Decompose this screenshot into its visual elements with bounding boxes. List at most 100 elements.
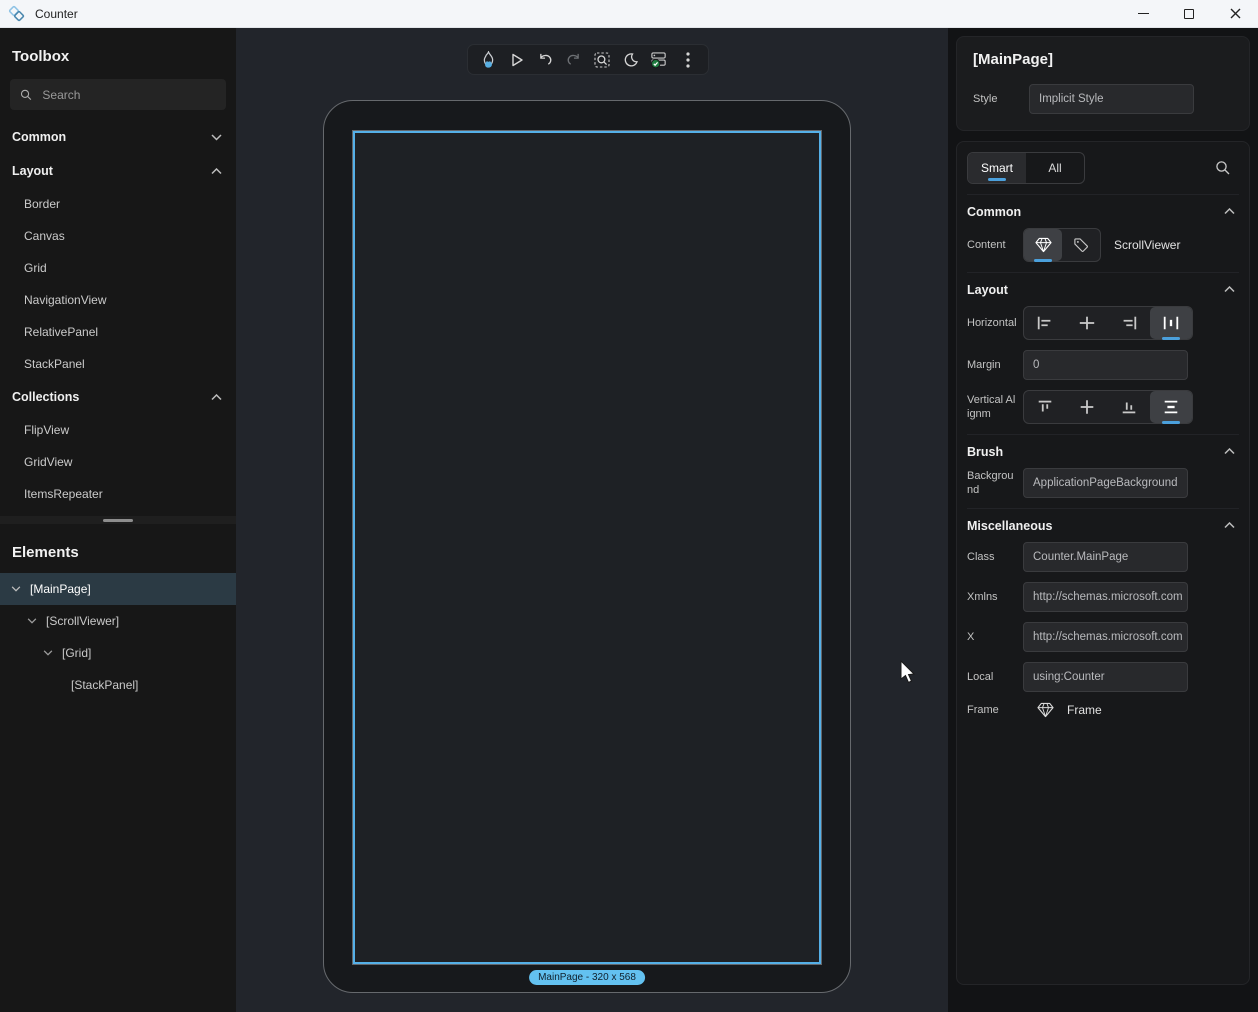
splitter-grip — [103, 519, 133, 522]
close-button[interactable] — [1212, 0, 1258, 27]
x-label: X — [967, 630, 1023, 644]
toolbox-section-common[interactable]: Common — [0, 120, 236, 154]
tree-node-grid[interactable]: [Grid] — [0, 637, 236, 669]
play-icon[interactable] — [504, 47, 530, 73]
properties-search-icon[interactable] — [1215, 160, 1231, 176]
class-input[interactable]: Counter.MainPage — [1023, 542, 1188, 572]
vertical-alignment-label: Vertical Alignm — [967, 393, 1023, 422]
redo-icon[interactable] — [561, 47, 587, 73]
tree-node-mainpage[interactable]: [MainPage] — [0, 573, 236, 605]
toolbox-item-gridview[interactable]: GridView — [0, 446, 236, 478]
connection-status-ok-icon[interactable] — [646, 47, 672, 73]
toolbox-item-grid[interactable]: Grid — [0, 252, 236, 284]
margin-input[interactable]: 0 — [1023, 350, 1188, 380]
properties-tabs: Smart All — [967, 152, 1085, 184]
undo-icon[interactable] — [532, 47, 558, 73]
app-logo-icon — [8, 5, 25, 22]
align-top-button[interactable] — [1024, 391, 1066, 423]
stretch-h-icon — [1162, 315, 1180, 331]
stretch-v-button[interactable] — [1150, 391, 1192, 423]
section-layout[interactable]: Layout — [967, 272, 1239, 306]
device-frame: MainPage - 320 x 568 — [323, 100, 851, 993]
toolbox-title: Toolbox — [0, 28, 236, 77]
xmlns-input[interactable]: http://schemas.microsoft.com — [1023, 582, 1188, 612]
toolbox-item-navigationview[interactable]: NavigationView — [0, 284, 236, 316]
chevron-down-icon — [11, 586, 21, 592]
stretch-h-button[interactable] — [1150, 307, 1192, 339]
gem-icon — [1035, 237, 1052, 253]
stretch-v-icon — [1162, 399, 1180, 415]
minimize-button[interactable] — [1120, 0, 1166, 27]
toolbox-section-collections[interactable]: Collections — [0, 380, 236, 414]
toolbox-panel: Toolbox Common Layout Border Canvas Grid… — [0, 28, 236, 1012]
panel-splitter[interactable] — [0, 516, 236, 524]
background-label: Background — [967, 469, 1023, 498]
content-binding-button[interactable] — [1062, 229, 1100, 261]
style-label: Style — [973, 92, 1029, 106]
properties-card: Smart All Common Content — [956, 141, 1250, 985]
toolbox-item-relativepanel[interactable]: RelativePanel — [0, 316, 236, 348]
toolbox-item-border[interactable]: Border — [0, 188, 236, 220]
tag-icon — [1073, 237, 1089, 253]
content-value: ScrollViewer — [1114, 238, 1180, 252]
tree-node-scrollviewer[interactable]: [ScrollViewer] — [0, 605, 236, 637]
align-bottom-button[interactable] — [1108, 391, 1150, 423]
chevron-up-icon — [211, 168, 222, 175]
toolbox-item-flipview[interactable]: FlipView — [0, 414, 236, 446]
toolbox-item-stackpanel[interactable]: StackPanel — [0, 348, 236, 380]
toolbox-search-input[interactable] — [42, 88, 216, 102]
design-canvas[interactable]: MainPage - 320 x 568 — [236, 28, 948, 1012]
chevron-up-icon — [211, 394, 222, 401]
design-page-surface[interactable] — [352, 130, 822, 965]
align-top-icon — [1036, 399, 1054, 415]
chevron-down-icon — [211, 134, 222, 141]
toolbox-search[interactable] — [10, 79, 226, 110]
section-miscellaneous[interactable]: Miscellaneous — [967, 508, 1239, 542]
margin-label: Margin — [967, 358, 1023, 372]
align-right-button[interactable] — [1108, 307, 1150, 339]
section-common[interactable]: Common — [967, 194, 1239, 228]
theme-moon-icon[interactable] — [618, 47, 644, 73]
elements-tree: [MainPage] [ScrollViewer] [Grid] [StackP… — [0, 573, 236, 1012]
toolbox-section-layout[interactable]: Layout — [0, 154, 236, 188]
chevron-down-icon — [27, 618, 37, 624]
background-input[interactable]: ApplicationPageBackground — [1023, 468, 1188, 498]
window-controls — [1120, 0, 1258, 27]
page-size-badge: MainPage - 320 x 568 — [529, 970, 645, 985]
gem-icon — [1037, 702, 1054, 718]
chevron-up-icon — [1224, 208, 1235, 215]
maximize-button[interactable] — [1166, 0, 1212, 27]
toolbox-item-canvas[interactable]: Canvas — [0, 220, 236, 252]
section-brush[interactable]: Brush — [967, 434, 1239, 468]
content-mode-toggle — [1023, 228, 1101, 262]
tab-smart[interactable]: Smart — [968, 153, 1026, 183]
canvas-toolbar — [467, 44, 709, 75]
align-center-h-button[interactable] — [1066, 307, 1108, 339]
tab-all[interactable]: All — [1026, 153, 1084, 183]
zoom-fit-icon[interactable] — [589, 47, 615, 73]
mouse-cursor — [900, 660, 918, 686]
style-input[interactable]: Implicit Style — [1029, 84, 1194, 114]
selection-card: [MainPage] Style Implicit Style — [956, 36, 1250, 131]
align-left-button[interactable] — [1024, 307, 1066, 339]
more-options-icon[interactable] — [675, 47, 701, 73]
elements-title: Elements — [0, 524, 236, 573]
chevron-up-icon — [1224, 522, 1235, 529]
selected-element-title: [MainPage] — [973, 51, 1233, 68]
local-label: Local — [967, 670, 1023, 684]
align-center-v-button[interactable] — [1066, 391, 1108, 423]
align-center-h-icon — [1078, 315, 1096, 331]
toolbox-item-itemsrepeater[interactable]: ItemsRepeater — [0, 478, 236, 510]
horizontal-alignment-label: Horizontal — [967, 316, 1023, 330]
app-title: Counter — [35, 7, 78, 21]
content-element-button[interactable] — [1024, 229, 1062, 261]
local-input[interactable]: using:Counter — [1023, 662, 1188, 692]
hot-reload-flame-icon[interactable] — [475, 47, 501, 73]
x-input[interactable]: http://schemas.microsoft.com — [1023, 622, 1188, 652]
frame-label: Frame — [967, 703, 1023, 717]
align-right-icon — [1120, 315, 1138, 331]
search-icon — [20, 88, 32, 102]
align-left-icon — [1036, 315, 1054, 331]
chevron-up-icon — [1224, 286, 1235, 293]
tree-node-stackpanel[interactable]: [StackPanel] — [0, 669, 236, 701]
